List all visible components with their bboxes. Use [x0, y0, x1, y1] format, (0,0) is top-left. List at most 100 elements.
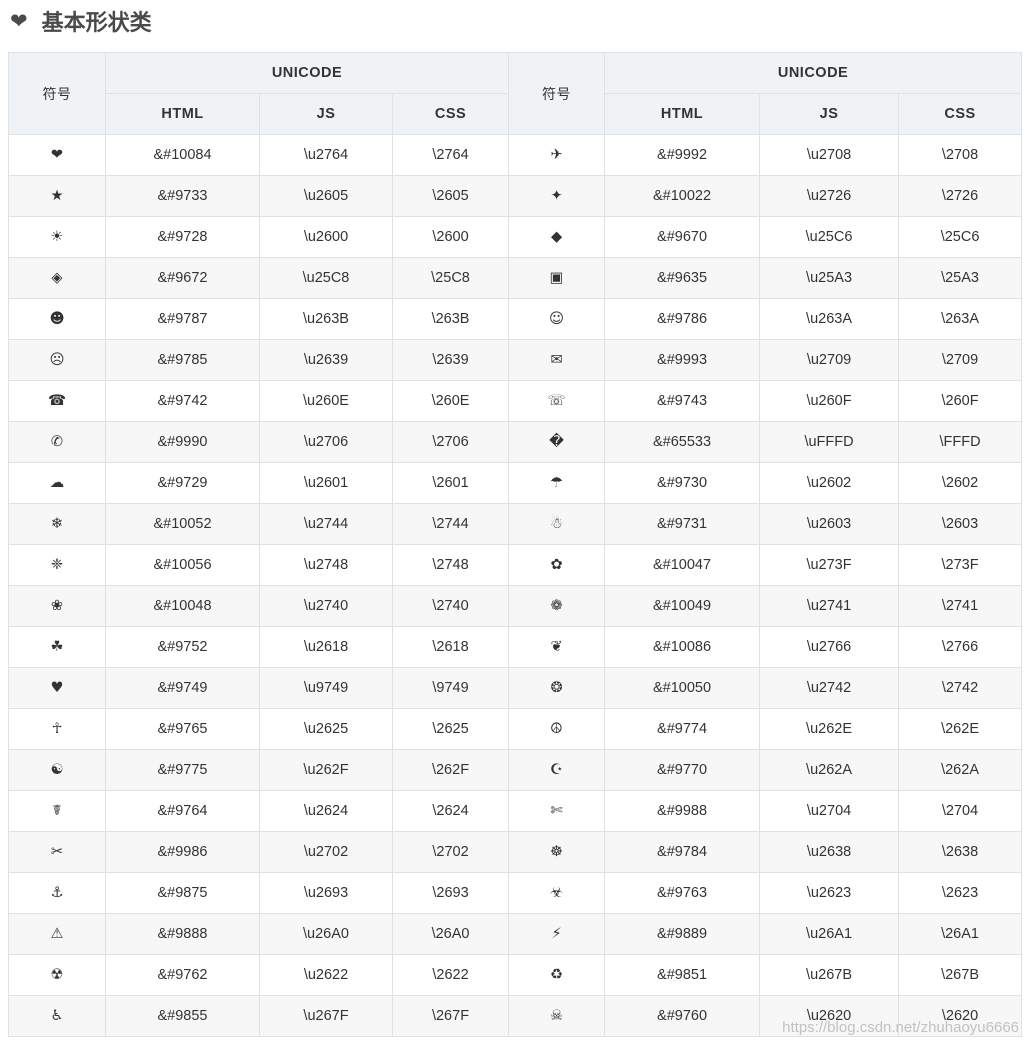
html-code-cell: &#9730: [604, 462, 761, 504]
css-column-header: CSS: [391, 93, 510, 135]
css-column-header: CSS: [898, 93, 1023, 135]
js-code-cell: \u260E: [259, 380, 393, 422]
js-code-cell: \u263B: [259, 298, 393, 340]
symbol-cell: ⚠: [8, 913, 106, 955]
symbol-cell: ⚡: [508, 913, 606, 955]
symbol-column-header: 符号: [508, 52, 606, 135]
html-code-cell: &#10052: [105, 503, 260, 545]
html-code-cell: &#10049: [604, 585, 761, 627]
html-code-cell: &#10022: [604, 175, 761, 217]
table-row: ☘ &#9752 \u2618 \2618 ❦ &#10086 \u2766 \2766: [8, 626, 1023, 668]
table-row: ☢ &#9762 \u2622 \2622 ♻ &#9851 \u267B \267B: [8, 954, 1023, 996]
css-code-cell: \2639: [391, 339, 510, 381]
html-code-cell: &#9733: [105, 175, 260, 217]
symbol-cell: ☪: [508, 749, 606, 791]
table-row: ◈ &#9672 \u25C8 \25C8 ▣ &#9635 \u25A3 \25A3: [8, 257, 1023, 299]
css-code-cell: \9749: [391, 667, 510, 709]
css-code-cell: \267B: [898, 954, 1023, 996]
html-code-cell: &#9851: [604, 954, 761, 996]
css-code-cell: \2623: [898, 872, 1023, 914]
js-code-cell: \u2600: [259, 216, 393, 258]
css-code-cell: \2602: [898, 462, 1023, 504]
js-code-cell: \u2603: [759, 503, 900, 545]
css-code-cell: \263B: [391, 298, 510, 340]
js-code-cell: \u2605: [259, 175, 393, 217]
symbol-cell: ☢: [8, 954, 106, 996]
js-code-cell: \u2704: [759, 790, 900, 832]
css-code-cell: \260F: [898, 380, 1023, 422]
table-row: ☥ &#9765 \u2625 \2625 ☮ &#9774 \u262E \262E: [8, 708, 1023, 750]
css-code-cell: \262A: [898, 749, 1023, 791]
heart-icon: ❤: [10, 8, 28, 33]
symbol-cell: ✉: [508, 339, 606, 381]
css-code-cell: \2693: [391, 872, 510, 914]
symbol-cell: ◆: [508, 216, 606, 258]
js-code-cell: \u267F: [259, 995, 393, 1037]
js-code-cell: \u25C8: [259, 257, 393, 299]
symbol-cell: ◈: [8, 257, 106, 299]
js-code-cell: \u273F: [759, 544, 900, 586]
symbol-cell: ☤: [8, 790, 106, 832]
css-code-cell: \262F: [391, 749, 510, 791]
symbol-cell: ✆: [8, 421, 106, 463]
unicode-group-header: UNICODE: [104, 52, 510, 94]
html-code-cell: &#9635: [604, 257, 761, 299]
css-code-cell: \2708: [898, 134, 1023, 176]
symbol-cell: ☠: [508, 995, 606, 1037]
css-code-cell: \260E: [391, 380, 510, 422]
table-row: ★ &#9733 \u2605 \2605 ✦ &#10022 \u2726 \2726: [8, 175, 1023, 217]
css-code-cell: \2766: [898, 626, 1023, 668]
table-row: ☀ &#9728 \u2600 \2600 ◆ &#9670 \u25C6 \25C6: [8, 216, 1023, 258]
table-row: ✂ &#9986 \u2702 \2702 ☸ &#9784 \u2638 \2638: [8, 831, 1023, 873]
html-code-cell: &#9888: [105, 913, 260, 955]
table-row: ☹ &#9785 \u2639 \2639 ✉ &#9993 \u2709 \2709: [8, 339, 1023, 381]
js-code-cell: \u2622: [259, 954, 393, 996]
section-heading: ❤ 基本形状类: [10, 6, 152, 36]
js-code-cell: \u25C6: [759, 216, 900, 258]
css-code-cell: \2601: [391, 462, 510, 504]
html-code-cell: &#9992: [604, 134, 761, 176]
js-code-cell: \u2618: [259, 626, 393, 668]
js-code-cell: \u2702: [259, 831, 393, 873]
css-code-cell: \FFFD: [898, 421, 1023, 463]
symbol-cell: ❤: [8, 134, 106, 176]
html-code-cell: &#10048: [105, 585, 260, 627]
css-code-cell: \2748: [391, 544, 510, 586]
section-title: 基本形状类: [41, 11, 152, 36]
html-code-cell: &#9752: [105, 626, 260, 668]
table-row: ☎ &#9742 \u260E \260E ☏ &#9743 \u260F \260F: [8, 380, 1023, 422]
symbol-cell: ☃: [508, 503, 606, 545]
css-code-cell: \263A: [898, 298, 1023, 340]
table-row: ❀ &#10048 \u2740 \2740 ❁ &#10049 \u2741 \2741: [8, 585, 1023, 627]
html-code-cell: &#9672: [105, 257, 260, 299]
js-code-cell: \u2741: [759, 585, 900, 627]
table-row: ⚓ &#9875 \u2693 \2693 ☣ &#9763 \u2623 \2623: [8, 872, 1023, 914]
js-code-cell: \u2623: [759, 872, 900, 914]
js-code-cell: \u2638: [759, 831, 900, 873]
unicode-group-header: UNICODE: [604, 52, 1023, 94]
js-code-cell: \u2706: [259, 421, 393, 463]
symbol-cell: ▣: [508, 257, 606, 299]
css-code-cell: \273F: [898, 544, 1023, 586]
js-code-cell: \u2624: [259, 790, 393, 832]
html-code-cell: &#9670: [604, 216, 761, 258]
watermark: https://blog.csdn.net/zhuhaoyu6666: [782, 1019, 1019, 1036]
symbol-cell: ☻: [8, 298, 106, 340]
html-code-cell: &#10050: [604, 667, 761, 709]
html-code-cell: &#9742: [105, 380, 260, 422]
symbol-cell: ☥: [8, 708, 106, 750]
html-column-header: HTML: [105, 93, 260, 135]
unicode-symbol-table: 符号 UNICODE 符号 UNICODE HTML JS CSS HTML J…: [8, 52, 1023, 1037]
css-code-cell: \2618: [391, 626, 510, 668]
symbol-cell: ☹: [8, 339, 106, 381]
symbol-cell: ☣: [508, 872, 606, 914]
css-code-cell: \2726: [898, 175, 1023, 217]
css-code-cell: \2600: [391, 216, 510, 258]
html-code-cell: &#9988: [604, 790, 761, 832]
table-row: ☯ &#9775 \u262F \262F ☪ &#9770 \u262A \262A: [8, 749, 1023, 791]
css-code-cell: \25C6: [898, 216, 1023, 258]
js-code-cell: \u2766: [759, 626, 900, 668]
table-row: ☤ &#9764 \u2624 \2624 ✄ &#9988 \u2704 \2704: [8, 790, 1023, 832]
symbol-cell: ☏: [508, 380, 606, 422]
symbol-cell: ✂: [8, 831, 106, 873]
